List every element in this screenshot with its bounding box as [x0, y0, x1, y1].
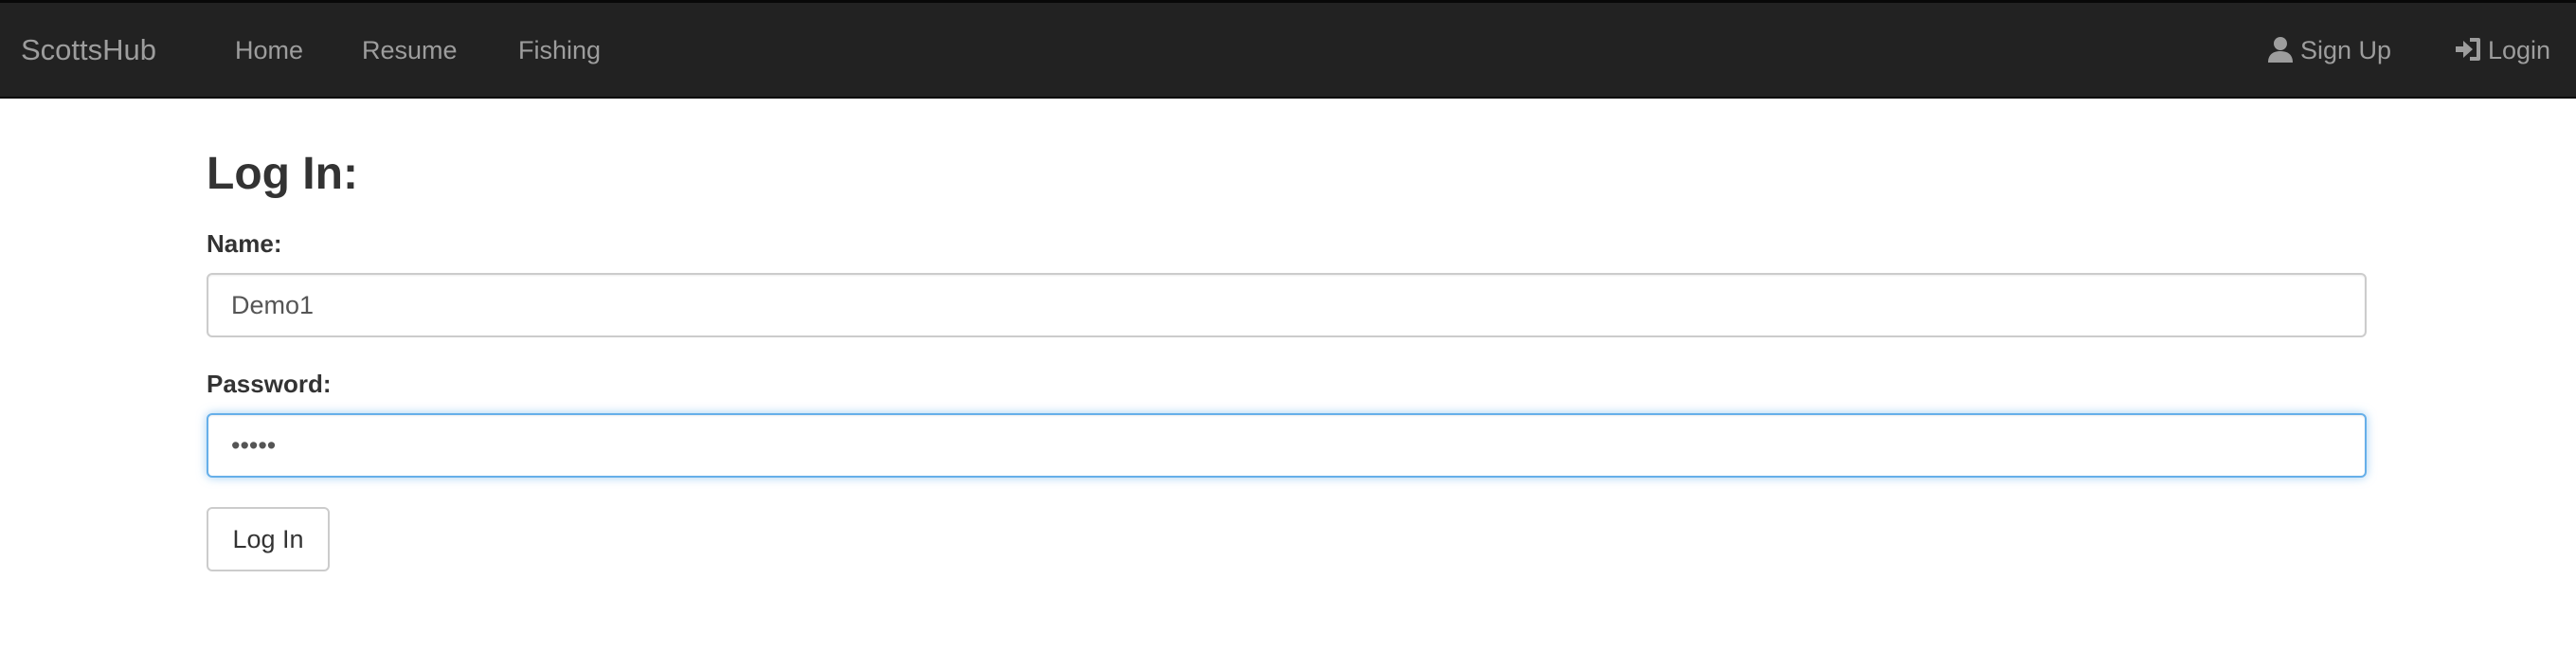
password-label: Password: — [207, 370, 332, 398]
log-in-button[interactable]: Log In — [207, 507, 330, 571]
nav-link-login[interactable]: Login — [2454, 3, 2550, 98]
nav-link-home[interactable]: Home — [235, 3, 303, 98]
brand-link[interactable]: ScottsHub — [21, 3, 156, 98]
sign-up-label: Sign Up — [2300, 36, 2392, 64]
log-in-icon — [2454, 35, 2482, 63]
user-icon — [2266, 35, 2295, 63]
nav-link-fishing[interactable]: Fishing — [518, 3, 601, 98]
page-title: Log In: — [207, 149, 358, 199]
name-input[interactable] — [207, 273, 2367, 337]
login-label: Login — [2488, 36, 2551, 64]
nav-link-resume[interactable]: Resume — [362, 3, 458, 98]
top-navbar: ScottsHub Home Resume Fishing Sign Up Lo… — [0, 0, 2576, 99]
password-input[interactable] — [207, 413, 2367, 478]
name-label: Name: — [207, 229, 282, 258]
nav-link-sign-up[interactable]: Sign Up — [2266, 3, 2391, 98]
